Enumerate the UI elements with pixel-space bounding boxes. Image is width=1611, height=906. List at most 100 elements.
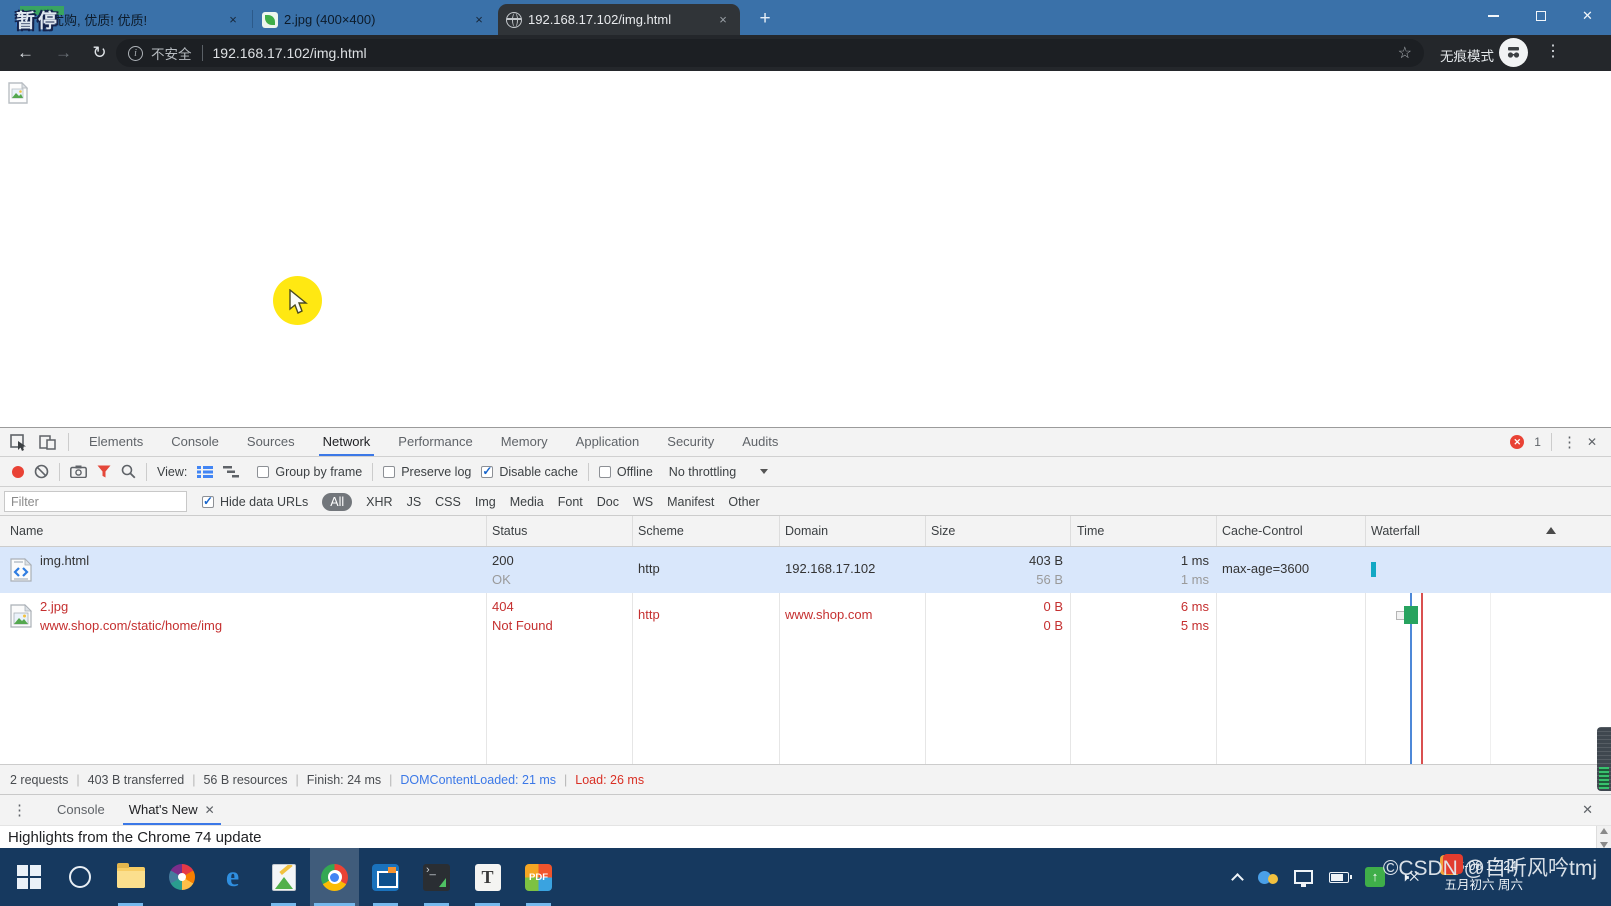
forward-button[interactable]: → [50,40,77,67]
filter-type-css[interactable]: CSS [435,495,461,509]
bookmark-star-icon[interactable]: ☆ [1398,43,1412,63]
info-icon[interactable]: i [128,46,143,61]
filter-type-all[interactable]: All [322,493,352,511]
overview-view-icon[interactable] [223,466,239,478]
typora-icon: T [475,864,501,891]
search-icon[interactable] [121,464,136,479]
throttling-dropdown-icon[interactable] [760,469,768,474]
vmware-button[interactable] [361,848,410,906]
recorder-overlay-widget[interactable] [1597,727,1611,791]
pdf-reader-button[interactable]: PDF [514,848,563,906]
devtools-tab-performance[interactable]: Performance [384,428,486,456]
tab-close-icon[interactable]: × [224,12,242,27]
offline-label: Offline [617,465,653,479]
typora-button[interactable]: T [463,848,512,906]
media-player-button[interactable] [157,848,206,906]
browser-tab-2jpg[interactable]: 2.jpg (400×400) × [254,4,496,35]
large-rows-view-icon[interactable] [197,466,213,478]
window-maximize-button[interactable] [1517,0,1564,32]
scroll-up-icon[interactable] [1600,828,1608,834]
edge-button[interactable]: e [208,848,257,906]
column-header-time[interactable]: Time [1077,524,1104,538]
hide-data-urls-checkbox[interactable]: Hide data URLs [202,495,308,509]
network-request-row-imghtml[interactable]: img.html 200 OK http 192.168.17.102 403 … [0,547,1611,593]
drawer-tab-whats-new[interactable]: What's New ✕ [117,795,227,825]
filter-type-font[interactable]: Font [558,495,583,509]
column-header-name[interactable]: Name [10,524,43,538]
window-minimize-button[interactable] [1470,0,1517,32]
group-by-frame-checkbox[interactable]: Group by frame [257,465,362,479]
drawer-close-button[interactable]: ✕ [1582,802,1611,818]
drawer-menu-button[interactable]: ⋮ [12,801,27,819]
battery-icon[interactable] [1329,872,1349,883]
devtools-close-button[interactable]: ✕ [1587,435,1597,449]
back-button[interactable]: ← [12,40,39,67]
filter-type-doc[interactable]: Doc [597,495,619,509]
devtools-menu-button[interactable]: ⋮ [1562,433,1577,451]
url-text[interactable]: 192.168.17.102/img.html [213,45,367,61]
column-header-cache[interactable]: Cache-Control [1222,524,1303,538]
network-display-icon[interactable] [1294,870,1313,884]
column-header-scheme[interactable]: Scheme [638,524,684,538]
tab-close-icon[interactable]: × [714,12,732,27]
inspect-element-icon[interactable] [10,434,27,451]
column-header-size[interactable]: Size [931,524,955,538]
incognito-avatar[interactable] [1499,38,1528,67]
filter-type-xhr[interactable]: XHR [366,495,392,509]
drawer-scrollbar[interactable] [1596,826,1611,849]
tab-close-icon[interactable]: × [470,12,488,27]
windows-logo-icon [17,865,41,889]
devtools-tab-memory[interactable]: Memory [487,428,562,456]
cortana-icon [69,866,91,888]
filter-funnel-icon[interactable] [97,465,111,478]
sort-ascending-icon[interactable] [1546,527,1556,534]
error-count[interactable]: 1 [1534,435,1541,449]
error-badge-icon[interactable]: ✕ [1510,435,1524,449]
column-header-domain[interactable]: Domain [785,524,828,538]
disable-cache-checkbox[interactable]: Disable cache [481,465,578,479]
preserve-log-checkbox[interactable]: Preserve log [383,465,471,479]
network-request-row-2jpg[interactable]: 2.jpg www.shop.com/static/home/img 404 N… [0,593,1611,639]
image-editor-button[interactable] [259,848,308,906]
devtools-tab-application[interactable]: Application [562,428,654,456]
browser-tab-imghtml-active[interactable]: 192.168.17.102/img.html × [498,4,740,35]
reload-button[interactable]: ↻ [86,40,113,67]
filter-type-manifest[interactable]: Manifest [667,495,714,509]
terminal-app-button[interactable] [412,848,461,906]
filter-input[interactable] [4,491,187,512]
drawer-tab-console[interactable]: Console [45,795,117,825]
tray-expand-icon[interactable] [1231,873,1244,886]
devtools-tab-console[interactable]: Console [157,428,233,456]
devtools-tab-network[interactable]: Network [309,428,385,456]
offline-checkbox[interactable]: Offline [599,465,653,479]
devtools-tab-elements[interactable]: Elements [75,428,157,456]
filter-type-js[interactable]: JS [407,495,422,509]
address-bar[interactable]: i 不安全 192.168.17.102/img.html ☆ [116,39,1424,67]
drawer-tab-close-icon[interactable]: ✕ [205,795,215,825]
hide-data-urls-label: Hide data URLs [220,495,308,509]
throttling-select[interactable]: No throttling [669,465,736,479]
record-button[interactable] [12,466,24,478]
new-tab-button[interactable]: + [752,8,778,30]
window-close-button[interactable]: ✕ [1564,0,1611,32]
filter-type-img[interactable]: Img [475,495,496,509]
cortana-button[interactable] [55,848,104,906]
cloud-app-icon[interactable] [1258,869,1278,885]
start-button[interactable] [4,848,53,906]
clear-icon[interactable] [34,464,49,479]
browser-menu-button[interactable]: ⋮ [1543,41,1563,61]
column-header-waterfall[interactable]: Waterfall [1371,524,1420,538]
chrome-button[interactable] [310,848,359,906]
screenshot-camera-icon[interactable] [70,465,87,478]
devtools-tab-sources[interactable]: Sources [233,428,309,456]
toolbar-divider [68,433,69,451]
devtools-tab-audits[interactable]: Audits [728,428,792,456]
security-label[interactable]: 不安全 [151,43,192,63]
device-toolbar-icon[interactable] [39,435,56,450]
filter-type-other[interactable]: Other [728,495,759,509]
file-explorer-button[interactable] [106,848,155,906]
devtools-tab-security[interactable]: Security [653,428,728,456]
filter-type-ws[interactable]: WS [633,495,653,509]
column-header-status[interactable]: Status [492,524,527,538]
filter-type-media[interactable]: Media [510,495,544,509]
